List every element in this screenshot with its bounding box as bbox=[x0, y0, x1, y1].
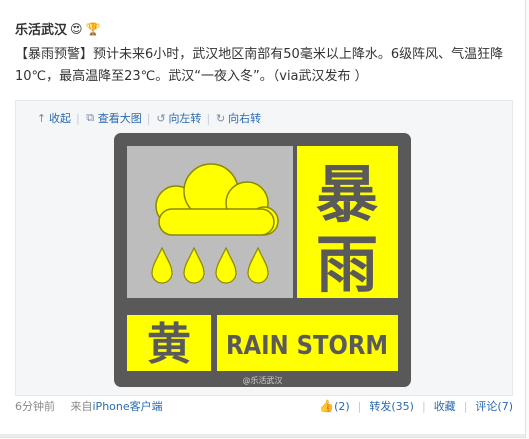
rotate-right-icon: ↻ bbox=[216, 111, 226, 125]
trophy-badge-icon: 🏆 bbox=[85, 21, 101, 36]
view-large-label: 查看大图 bbox=[97, 112, 142, 125]
bottom-divider bbox=[0, 434, 525, 437]
action-divider: | bbox=[421, 399, 426, 413]
view-large-button[interactable]: ⧉ 查看大图 bbox=[85, 110, 142, 126]
rotate-right-label: 向右转 bbox=[228, 112, 262, 125]
like-count: (2) bbox=[334, 400, 350, 413]
post-text: 【暴雨预警】预计未来6小时，武汉地区南部有50毫米以上降水。6级阵风、气温狂降1… bbox=[15, 47, 504, 84]
rotate-left-icon: ↺ bbox=[156, 111, 166, 125]
favorite-button[interactable]: 收藏 bbox=[434, 398, 456, 414]
forward-button[interactable]: 转发(35) bbox=[369, 398, 414, 414]
like-button[interactable]: 👍(2) bbox=[319, 399, 350, 413]
media-toolbar: ↑ 收起 | ⧉ 查看大图 | ↺ 向左转 | ↻ 向右转 bbox=[36, 110, 261, 126]
level-char: 黄 bbox=[147, 319, 191, 370]
action-divider: | bbox=[463, 399, 468, 413]
arrow-up-icon: ↑ bbox=[36, 111, 47, 125]
thumbs-up-icon: 👍 bbox=[319, 399, 335, 413]
rotate-right-button[interactable]: ↻ 向右转 bbox=[215, 110, 261, 126]
action-divider: | bbox=[357, 399, 362, 413]
collapse-label: 收起 bbox=[49, 112, 71, 125]
big-char-bottom: 雨 bbox=[316, 228, 378, 301]
post-time[interactable]: 6分钟前 bbox=[15, 400, 55, 413]
image-watermark: @乐活武汉 bbox=[242, 376, 283, 385]
rainstorm-warning-image[interactable]: 暴 雨 黄 RAIN STORM @乐活武汉 bbox=[114, 133, 411, 387]
big-char-top: 暴 bbox=[316, 158, 378, 231]
toolbar-divider: | bbox=[206, 111, 211, 125]
source-link[interactable]: iPhone客户端 bbox=[93, 400, 163, 413]
toolbar-divider: | bbox=[146, 111, 151, 125]
caption-text: RAIN STORM bbox=[226, 331, 388, 361]
media-box: ↑ 收起 | ⧉ 查看大图 | ↺ 向左转 | ↻ 向右转 暴 雨 黄 RAIN… bbox=[15, 100, 513, 396]
external-link-icon: ⧉ bbox=[86, 111, 95, 124]
source-prefix: 来自 bbox=[70, 400, 93, 413]
weibo-post-card: 乐活武汉 😍 🏆 【暴雨预警】预计未来6小时，武汉地区南部有50毫米以上降水。6… bbox=[0, 0, 526, 438]
rotate-left-button[interactable]: ↺ 向左转 bbox=[155, 110, 201, 126]
post-author-row: 乐活武汉 😍 🏆 bbox=[15, 19, 101, 39]
toolbar-divider: | bbox=[76, 111, 80, 125]
author-name[interactable]: 乐活武汉 bbox=[15, 19, 67, 38]
rainstorm-signal-graphic: 暴 雨 黄 RAIN STORM bbox=[127, 146, 398, 371]
rotate-left-label: 向左转 bbox=[168, 112, 202, 125]
comment-button[interactable]: 评论(7) bbox=[475, 398, 513, 414]
collapse-button[interactable]: ↑ 收起 bbox=[36, 110, 71, 126]
face-emoji-icon: 😍 bbox=[70, 21, 83, 36]
post-actions: 👍(2) | 转发(35) | 收藏 | 评论(7) bbox=[319, 398, 513, 414]
post-meta: 6分钟前 来自iPhone客户端 bbox=[15, 398, 163, 414]
